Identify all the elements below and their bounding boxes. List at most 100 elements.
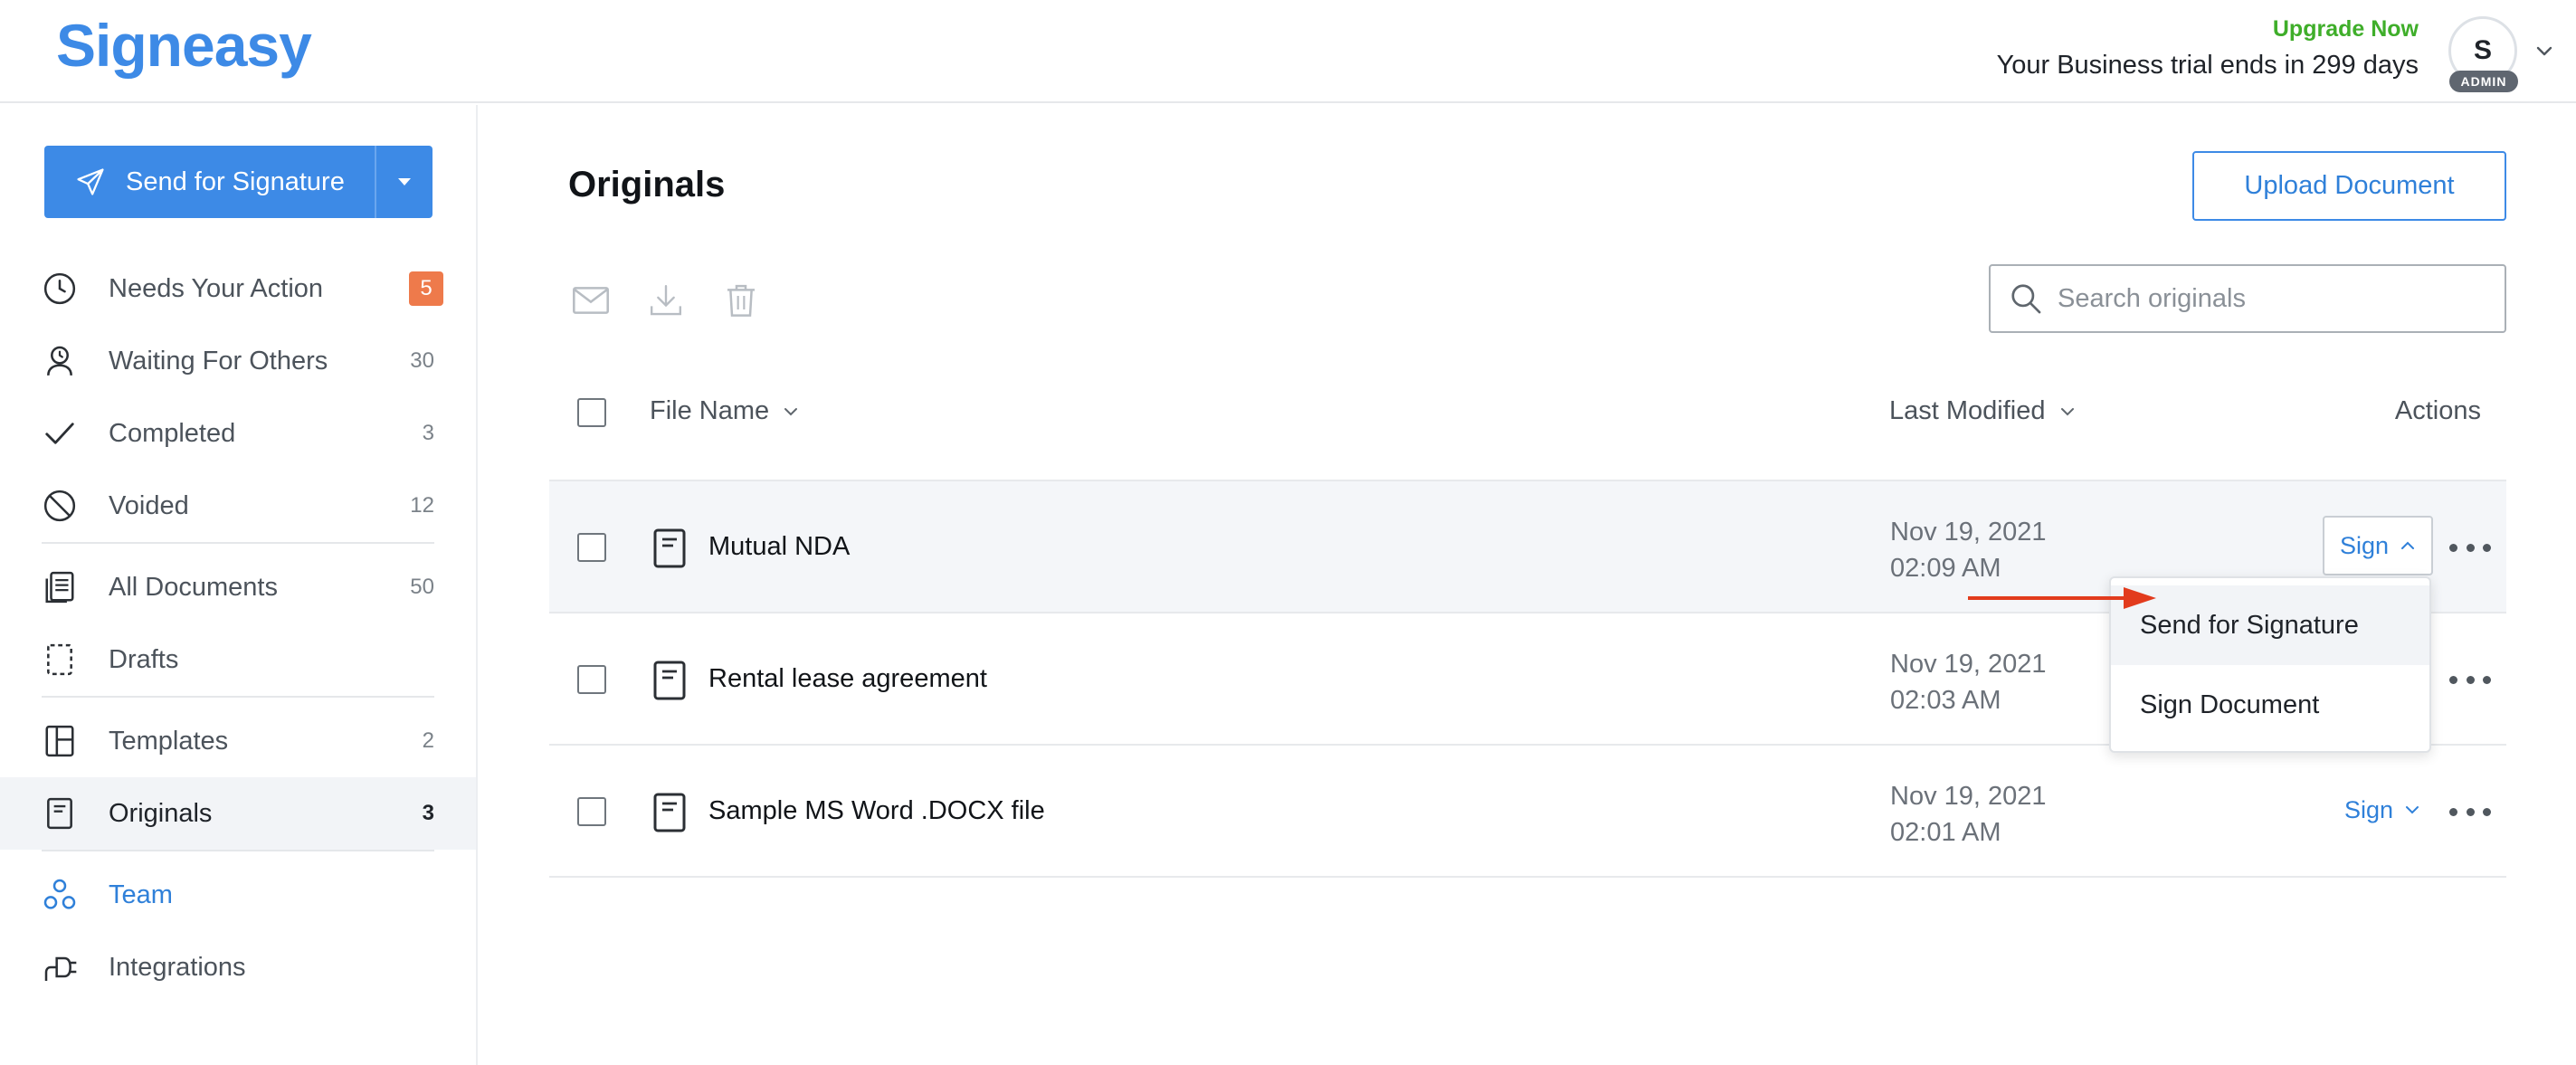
annotation-arrow-icon [1968, 587, 2156, 609]
sidebar-item-count: 2 [422, 728, 434, 753]
last-modified: Nov 19, 2021 02:09 AM [1890, 514, 2047, 586]
modified-time: 02:09 AM [1890, 554, 2001, 583]
sidebar-item-label: Voided [109, 490, 189, 520]
sidebar-item-label: Drafts [109, 644, 179, 674]
file-name-column-header[interactable]: File Name [650, 396, 800, 426]
sidebar: Send for Signature Needs Your Action 5 W… [0, 105, 478, 1065]
email-icon[interactable] [571, 281, 611, 320]
modified-time: 02:01 AM [1890, 818, 2001, 847]
search-box [1989, 264, 2506, 333]
sidebar-item-voided[interactable]: Voided 12 [0, 470, 476, 542]
documents-icon [42, 569, 78, 605]
sidebar-item-label: Team [109, 880, 173, 909]
top-bar: Signeasy Upgrade Now Your Business trial… [0, 0, 2576, 103]
file-name[interactable]: Mutual NDA [708, 532, 850, 562]
select-all-checkbox[interactable] [577, 398, 606, 427]
more-options-icon[interactable] [2449, 666, 2491, 693]
sidebar-item-integrations[interactable]: Integrations [0, 931, 476, 1003]
row-checkbox[interactable] [577, 665, 606, 694]
last-modified-column-header[interactable]: Last Modified [1889, 396, 2077, 426]
sidebar-item-label: Needs Your Action [109, 273, 324, 303]
prohibited-icon [42, 488, 78, 524]
sidebar-item-count: 12 [410, 493, 434, 518]
sidebar-item-label: Waiting For Others [109, 346, 328, 376]
send-for-signature-button[interactable]: Send for Signature [44, 146, 433, 218]
clock-icon [42, 271, 78, 307]
signeasy-logo[interactable]: Signeasy [56, 11, 312, 80]
sidebar-item-label: Completed [109, 418, 236, 448]
person-clock-icon [42, 343, 78, 379]
trial-status-text: Your Business trial ends in 299 days [1996, 51, 2419, 80]
table-bottom-border [549, 876, 2506, 878]
check-icon [42, 415, 78, 452]
upload-document-button[interactable]: Upload Document [2192, 151, 2506, 221]
send-for-signature-label: Send for Signature [126, 166, 345, 196]
sidebar-item-count: 3 [422, 801, 434, 825]
needs-action-count-badge: 5 [409, 271, 443, 306]
sidebar-divider [42, 542, 434, 544]
actions-column-header: Actions [2394, 396, 2481, 425]
sidebar-divider [42, 850, 434, 851]
file-name[interactable]: Sample MS Word .DOCX file [708, 796, 1045, 826]
caret-down-icon [398, 178, 411, 185]
plug-icon [42, 949, 78, 985]
row-checkbox[interactable] [577, 797, 606, 826]
chevron-down-icon[interactable] [2533, 40, 2555, 62]
modified-date: Nov 19, 2021 [1890, 782, 2047, 811]
modified-time: 02:03 AM [1890, 686, 2001, 715]
download-icon[interactable] [646, 281, 686, 320]
draft-icon [42, 642, 78, 678]
sidebar-item-completed[interactable]: Completed 3 [0, 397, 476, 470]
search-input[interactable] [2058, 283, 2492, 314]
upgrade-now-link[interactable]: Upgrade Now [1997, 16, 2419, 43]
sidebar-item-originals[interactable]: Originals 3 [0, 777, 476, 850]
document-icon [653, 528, 686, 568]
menu-item-send-for-signature[interactable]: Send for Signature [2111, 585, 2429, 665]
send-options-toggle[interactable] [375, 146, 433, 218]
page-title: Originals [568, 165, 726, 204]
search-icon [2011, 284, 2041, 314]
sidebar-item-drafts[interactable]: Drafts [0, 623, 476, 696]
trial-info: Upgrade Now Your Business trial ends in … [1997, 16, 2419, 81]
modified-date: Nov 19, 2021 [1890, 518, 2047, 547]
modified-date: Nov 19, 2021 [1890, 650, 2047, 679]
trash-icon[interactable] [721, 281, 761, 320]
sidebar-item-label: Templates [109, 726, 229, 756]
sidebar-item-label: All Documents [109, 572, 278, 602]
chevron-up-icon [2401, 541, 2415, 549]
sidebar-item-count: 30 [410, 348, 434, 373]
sidebar-item-label: Originals [109, 798, 213, 828]
sidebar-item-waiting-for-others[interactable]: Waiting For Others 30 [0, 325, 476, 397]
sidebar-item-all-documents[interactable]: All Documents 50 [0, 551, 476, 623]
last-modified: Nov 19, 2021 02:03 AM [1890, 646, 2047, 718]
sidebar-item-templates[interactable]: Templates 2 [0, 705, 476, 777]
sign-label: Sign [2339, 531, 2390, 559]
more-options-icon[interactable] [2449, 534, 2491, 561]
file-name[interactable]: Rental lease agreement [708, 664, 987, 694]
admin-badge: ADMIN [2449, 71, 2518, 92]
template-icon [42, 723, 78, 759]
sidebar-divider [42, 696, 434, 698]
file-name-column-label: File Name [650, 396, 770, 425]
chevron-down-icon [2406, 806, 2419, 814]
chevron-down-icon [784, 407, 798, 415]
sidebar-item-count: 3 [422, 421, 434, 445]
sign-label: Sign [2343, 795, 2394, 823]
menu-item-sign-document[interactable]: Sign Document [2111, 665, 2429, 745]
sidebar-item-count: 50 [410, 575, 434, 599]
last-modified-column-label: Last Modified [1889, 396, 2046, 425]
document-icon [653, 793, 686, 832]
team-icon [42, 877, 78, 913]
row-checkbox[interactable] [577, 533, 606, 562]
send-for-signature-main[interactable]: Send for Signature [44, 146, 375, 218]
sidebar-item-team[interactable]: Team [0, 859, 476, 931]
send-icon [77, 168, 104, 195]
more-options-icon[interactable] [2449, 798, 2491, 825]
table-row[interactable]: Sample MS Word .DOCX file Nov 19, 2021 0… [549, 744, 2506, 876]
sign-button[interactable]: Sign [2337, 780, 2428, 840]
last-modified: Nov 19, 2021 02:01 AM [1890, 778, 2047, 851]
sidebar-item-needs-your-action[interactable]: Needs Your Action 5 [0, 252, 476, 325]
sign-button[interactable]: Sign [2323, 516, 2433, 575]
document-icon [42, 795, 78, 832]
document-icon [653, 661, 686, 700]
